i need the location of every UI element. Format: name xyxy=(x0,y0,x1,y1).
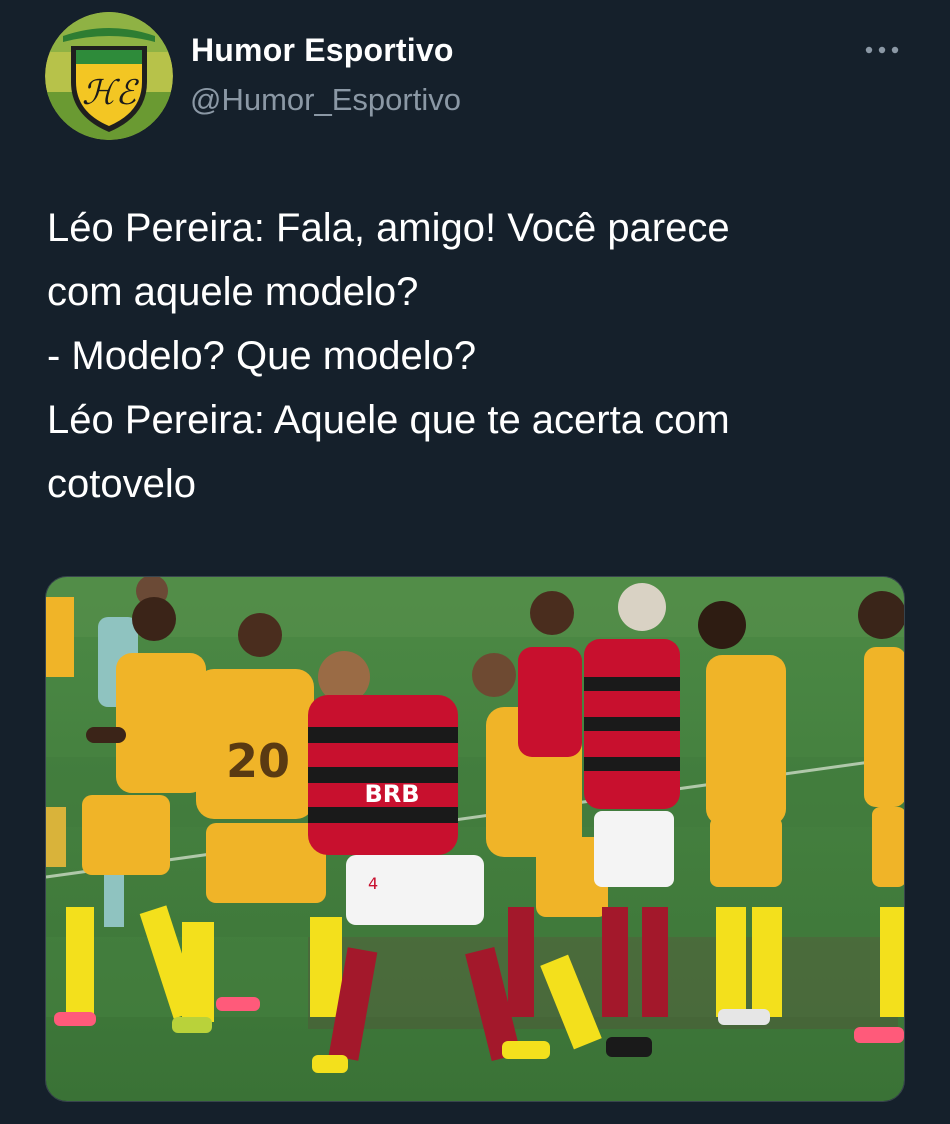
tweet-text-line: Léo Pereira: Aquele que te acerta com xyxy=(47,398,730,442)
tweet-text: Léo Pereira: Fala, amigo! Você parece co… xyxy=(47,196,927,516)
tweet: ℋℰ Humor Esportivo @Humor_Esportivo Léo … xyxy=(0,0,950,1124)
avatar[interactable]: ℋℰ xyxy=(45,12,173,140)
shield-crest-icon: ℋℰ xyxy=(45,12,173,140)
tweet-text-line: - Modelo? Que modelo? xyxy=(47,334,477,378)
author-name[interactable]: Humor Esportivo xyxy=(191,32,454,69)
tweet-text-line: cotovelo xyxy=(47,462,196,506)
tweet-photo[interactable]: 20 BRB 4 xyxy=(45,576,905,1102)
jersey-number: 20 xyxy=(226,734,290,788)
jersey-number: 4 xyxy=(368,874,378,893)
sponsor-label: BRB xyxy=(364,780,419,808)
more-horizontal-icon xyxy=(865,46,899,54)
tweet-text-line: Léo Pereira: Fala, amigo! Você parece xyxy=(47,206,730,250)
svg-text:ℋℰ: ℋℰ xyxy=(82,73,140,113)
tweet-text-line: com aquele modelo? xyxy=(47,270,419,314)
football-match-photo: 20 BRB 4 xyxy=(46,577,904,1101)
more-options-button[interactable] xyxy=(852,30,912,70)
author-handle[interactable]: @Humor_Esportivo xyxy=(190,82,461,118)
